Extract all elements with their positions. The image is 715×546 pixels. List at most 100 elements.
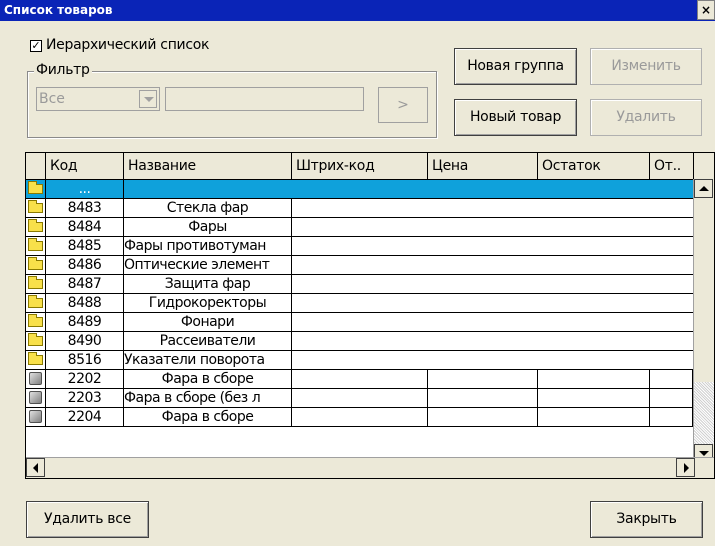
new-group-button[interactable]: Новая группа xyxy=(454,48,577,85)
close-window-button[interactable]: × xyxy=(697,0,715,20)
cell-empty xyxy=(292,389,428,407)
folder-icon xyxy=(28,257,43,270)
row-icon-cell xyxy=(26,275,46,293)
filter-apply-button[interactable]: > xyxy=(378,87,428,123)
row-icon-cell xyxy=(26,389,46,407)
table-row[interactable]: 8516 Указатели поворота xyxy=(26,351,693,370)
cell-code: 8488 xyxy=(46,294,124,312)
cell-code: 2202 xyxy=(46,370,124,388)
column-header-name[interactable]: Название xyxy=(124,153,292,179)
column-header-barcode[interactable]: Штрих-код xyxy=(292,153,428,179)
row-icon-cell xyxy=(26,218,46,236)
horizontal-scroll-track[interactable] xyxy=(46,458,676,478)
product-icon xyxy=(29,391,42,404)
cell-empty xyxy=(538,408,650,426)
cell-name: Указатели поворота xyxy=(124,351,292,369)
folder-icon xyxy=(28,181,43,194)
folder-icon xyxy=(28,238,43,251)
cell-empty xyxy=(650,370,693,388)
cell-name: Фары противотуман xyxy=(124,237,292,255)
cell-empty xyxy=(538,389,650,407)
delete-all-button[interactable]: Удалить все xyxy=(26,501,149,538)
row-icon-cell xyxy=(26,332,46,350)
column-header-stock[interactable]: Остаток xyxy=(538,153,650,179)
cell-name: Фара в сборе (без л xyxy=(124,389,292,407)
cell-code: 8485 xyxy=(46,237,124,255)
product-icon xyxy=(29,372,42,385)
row-icon-cell xyxy=(26,237,46,255)
hierarchical-checkbox-label: Иерархический список xyxy=(46,37,210,53)
table-row[interactable]: 2202 Фара в сборе xyxy=(26,370,693,389)
column-header-other[interactable]: От.. xyxy=(650,153,694,179)
horizontal-scrollbar[interactable] xyxy=(26,457,714,478)
hierarchical-checkbox[interactable]: ✓ xyxy=(30,40,42,52)
scroll-up-icon[interactable] xyxy=(694,179,713,198)
scroll-right-icon[interactable] xyxy=(676,458,695,477)
row-icon-cell xyxy=(26,408,46,426)
title-bar[interactable]: Список товаров × xyxy=(0,0,715,21)
filter-select-value: Все xyxy=(39,91,65,107)
table-row[interactable]: 8490 Рассеиватели xyxy=(26,332,693,351)
row-icon-cell xyxy=(26,199,46,217)
folder-icon xyxy=(28,352,43,365)
table-row[interactable]: 8488 Гидрокоректоры xyxy=(26,294,693,313)
product-list-window: Список товаров × ✓ Иерархический список … xyxy=(0,0,715,546)
table-row[interactable]: 8487 Защита фар xyxy=(26,275,693,294)
table-row[interactable]: 8483 Стекла фар xyxy=(26,199,693,218)
table-row[interactable]: 2203 Фара в сборе (без л xyxy=(26,389,693,408)
row-icon-cell xyxy=(26,180,46,198)
vertical-scroll-track[interactable] xyxy=(694,382,714,444)
cell-code: 8487 xyxy=(46,275,124,293)
cell-code: 2203 xyxy=(46,389,124,407)
cell-code: ... xyxy=(46,180,124,198)
chevron-down-icon[interactable] xyxy=(139,90,157,108)
new-item-button[interactable]: Новый товар xyxy=(454,99,577,136)
cell-name: Фара в сборе xyxy=(124,408,292,426)
cell-name: Фонари xyxy=(124,313,292,331)
cell-code: 8484 xyxy=(46,218,124,236)
cell-name: Защита фар xyxy=(124,275,292,293)
header-icon-column xyxy=(26,153,46,179)
delete-button[interactable]: Удалить xyxy=(590,99,702,136)
cell-code: 8516 xyxy=(46,351,124,369)
row-icon-cell xyxy=(26,351,46,369)
scroll-left-icon[interactable] xyxy=(26,458,45,477)
row-icon-cell xyxy=(26,294,46,312)
edit-button[interactable]: Изменить xyxy=(590,48,702,85)
cell-empty xyxy=(428,370,538,388)
table-row[interactable]: 8484 Фары xyxy=(26,218,693,237)
product-grid[interactable]: Код Название Штрих-код Цена Остаток От..… xyxy=(25,152,715,479)
column-header-price[interactable]: Цена xyxy=(428,153,538,179)
folder-icon xyxy=(28,333,43,346)
vertical-scrollbar[interactable] xyxy=(693,179,714,463)
cell-empty xyxy=(538,370,650,388)
folder-icon xyxy=(28,276,43,289)
table-row[interactable]: 8486 Оптические элемент xyxy=(26,256,693,275)
window-title: Список товаров xyxy=(4,3,113,17)
cell-name: Оптические элемент xyxy=(124,256,292,274)
cell-name: Фары xyxy=(124,218,292,236)
column-header-code[interactable]: Код xyxy=(46,153,124,179)
cell-name: Гидрокоректоры xyxy=(124,294,292,312)
filter-input[interactable] xyxy=(165,87,364,111)
folder-icon xyxy=(28,314,43,327)
cell-code: 2204 xyxy=(46,408,124,426)
table-row[interactable]: ... xyxy=(26,180,693,199)
cell-empty xyxy=(650,389,693,407)
cell-name: Стекла фар xyxy=(124,199,292,217)
product-icon xyxy=(29,410,42,423)
table-row[interactable]: 8485 Фары противотуман xyxy=(26,237,693,256)
cell-empty xyxy=(650,408,693,426)
cell-code: 8490 xyxy=(46,332,124,350)
row-icon-cell xyxy=(26,370,46,388)
cell-empty xyxy=(428,389,538,407)
table-row[interactable]: 8489 Фонари xyxy=(26,313,693,332)
cell-empty xyxy=(428,408,538,426)
cell-code: 8489 xyxy=(46,313,124,331)
folder-icon xyxy=(28,200,43,213)
close-button[interactable]: Закрыть xyxy=(590,501,703,538)
cell-name: Фара в сборе xyxy=(124,370,292,388)
filter-select[interactable]: Все xyxy=(36,87,160,111)
table-row[interactable]: 2204 Фара в сборе xyxy=(26,408,693,427)
cell-code: 8483 xyxy=(46,199,124,217)
